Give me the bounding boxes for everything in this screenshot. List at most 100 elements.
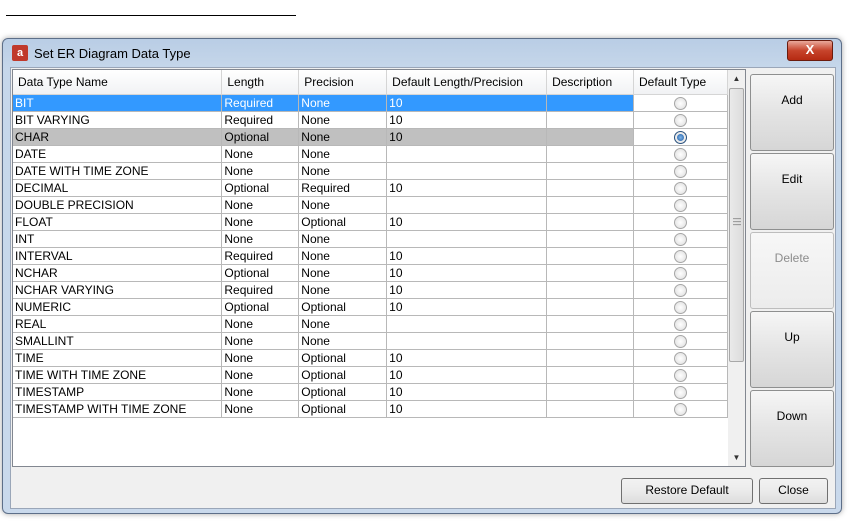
cell-description[interactable]: [546, 213, 635, 231]
cell-description[interactable]: [546, 366, 635, 384]
scroll-up-arrow-icon[interactable]: ▲: [728, 70, 745, 87]
cell-default-length[interactable]: 10: [386, 94, 548, 112]
cell-length[interactable]: None: [221, 315, 300, 333]
cell-default-length[interactable]: 10: [386, 247, 548, 265]
cell-name[interactable]: TIMESTAMP WITH TIME ZONE: [13, 400, 223, 418]
cell-default-length[interactable]: [386, 230, 548, 248]
cell-precision[interactable]: None: [298, 230, 388, 248]
cell-default-length[interactable]: [386, 162, 548, 180]
delete-button[interactable]: Delete: [750, 232, 834, 309]
default-type-radio[interactable]: [674, 351, 687, 365]
cell-description[interactable]: [546, 179, 635, 197]
cell-precision[interactable]: Optional: [298, 349, 388, 367]
column-header-default-type[interactable]: Default Type: [633, 70, 728, 95]
table-row[interactable]: REAL None None: [13, 315, 728, 333]
default-type-radio[interactable]: [674, 283, 687, 297]
cell-name[interactable]: NCHAR VARYING: [13, 281, 223, 299]
table-row[interactable]: INT None None: [13, 230, 728, 248]
scroll-down-arrow-icon[interactable]: ▼: [728, 449, 745, 466]
default-type-radio[interactable]: [674, 300, 687, 314]
cell-precision[interactable]: None: [298, 281, 388, 299]
cell-length[interactable]: Required: [221, 247, 300, 265]
cell-default-length[interactable]: [386, 315, 548, 333]
default-type-radio[interactable]: [674, 215, 687, 229]
cell-name[interactable]: INT: [13, 230, 223, 248]
default-type-radio[interactable]: [674, 334, 687, 348]
cell-description[interactable]: [546, 128, 635, 146]
cell-description[interactable]: [546, 264, 635, 282]
cell-default-length[interactable]: 10: [386, 383, 548, 401]
cell-name[interactable]: INTERVAL: [13, 247, 223, 265]
cell-default-length[interactable]: 10: [386, 128, 548, 146]
cell-length[interactable]: None: [221, 162, 300, 180]
cell-name[interactable]: SMALLINT: [13, 332, 223, 350]
default-type-radio[interactable]: [674, 147, 687, 161]
cell-description[interactable]: [546, 400, 635, 418]
cell-description[interactable]: [546, 383, 635, 401]
table-row[interactable]: TIMESTAMP WITH TIME ZONE None Optional 10: [13, 400, 728, 418]
cell-description[interactable]: [546, 349, 635, 367]
cell-length[interactable]: Optional: [221, 264, 300, 282]
table-row[interactable]: FLOAT None Optional 10: [13, 213, 728, 231]
default-type-radio[interactable]: [674, 249, 687, 263]
table-row[interactable]: NCHAR Optional None 10: [13, 264, 728, 282]
cell-name[interactable]: DATE WITH TIME ZONE: [13, 162, 223, 180]
table-row[interactable]: TIMESTAMP None Optional 10: [13, 383, 728, 401]
default-type-radio[interactable]: [674, 164, 687, 178]
edit-button[interactable]: Edit: [750, 153, 834, 230]
cell-description[interactable]: [546, 281, 635, 299]
cell-description[interactable]: [546, 145, 635, 163]
cell-name[interactable]: DATE: [13, 145, 223, 163]
cell-description[interactable]: [546, 298, 635, 316]
cell-name[interactable]: TIME: [13, 349, 223, 367]
cell-description[interactable]: [546, 315, 635, 333]
scroll-thumb[interactable]: — — —: [729, 88, 744, 362]
cell-description[interactable]: [546, 230, 635, 248]
cell-precision[interactable]: None: [298, 315, 388, 333]
default-type-radio[interactable]: [674, 113, 687, 127]
cell-name[interactable]: BIT VARYING: [13, 111, 223, 129]
column-header-description[interactable]: Description: [546, 70, 635, 95]
cell-name[interactable]: FLOAT: [13, 213, 223, 231]
column-header-default-length[interactable]: Default Length/Precision: [386, 70, 548, 95]
default-type-radio[interactable]: [674, 402, 687, 416]
cell-default-length[interactable]: 10: [386, 298, 548, 316]
column-header-precision[interactable]: Precision: [298, 70, 388, 95]
cell-name[interactable]: TIME WITH TIME ZONE: [13, 366, 223, 384]
table-row[interactable]: CHAR Optional None 10: [13, 128, 728, 146]
cell-precision[interactable]: None: [298, 264, 388, 282]
cell-name[interactable]: NCHAR: [13, 264, 223, 282]
default-type-radio[interactable]: [674, 385, 687, 399]
default-type-radio[interactable]: [674, 232, 687, 246]
cell-length[interactable]: Required: [221, 94, 300, 112]
cell-default-length[interactable]: 10: [386, 400, 548, 418]
cell-precision[interactable]: None: [298, 94, 388, 112]
cell-description[interactable]: [546, 94, 635, 112]
cell-description[interactable]: [546, 196, 635, 214]
cell-default-length[interactable]: 10: [386, 179, 548, 197]
cell-precision[interactable]: None: [298, 128, 388, 146]
window-close-button[interactable]: X: [787, 40, 833, 61]
cell-length[interactable]: None: [221, 145, 300, 163]
default-type-radio[interactable]: [674, 181, 687, 195]
cell-name[interactable]: DOUBLE PRECISION: [13, 196, 223, 214]
cell-precision[interactable]: Optional: [298, 213, 388, 231]
cell-default-length[interactable]: [386, 196, 548, 214]
cell-name[interactable]: CHAR: [13, 128, 223, 146]
cell-default-length[interactable]: 10: [386, 366, 548, 384]
cell-length[interactable]: Optional: [221, 128, 300, 146]
cell-precision[interactable]: None: [298, 145, 388, 163]
table-row[interactable]: BIT VARYING Required None 10: [13, 111, 728, 129]
column-header-name[interactable]: Data Type Name: [13, 70, 223, 95]
close-button[interactable]: Close: [759, 478, 828, 504]
cell-name[interactable]: TIMESTAMP: [13, 383, 223, 401]
table-row[interactable]: NCHAR VARYING Required None 10: [13, 281, 728, 299]
cell-default-length[interactable]: 10: [386, 111, 548, 129]
default-type-radio[interactable]: [674, 130, 687, 144]
cell-length[interactable]: None: [221, 383, 300, 401]
cell-default-length[interactable]: [386, 145, 548, 163]
cell-precision[interactable]: None: [298, 162, 388, 180]
cell-length[interactable]: Optional: [221, 298, 300, 316]
cell-default-length[interactable]: 10: [386, 281, 548, 299]
table-row[interactable]: NUMERIC Optional Optional 10: [13, 298, 728, 316]
